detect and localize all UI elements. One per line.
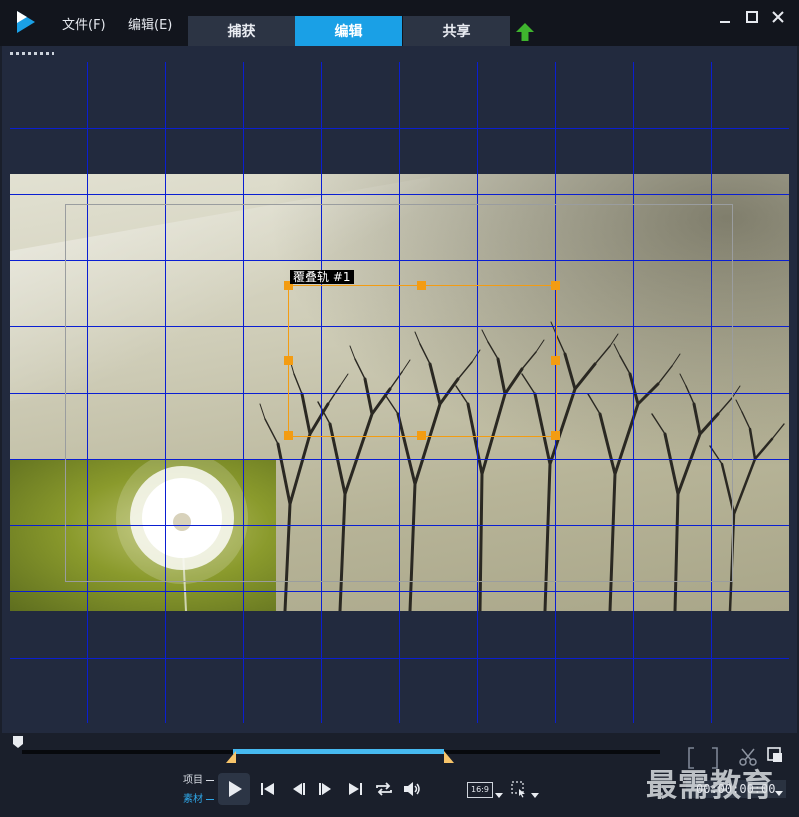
- previous-frame-icon[interactable]: [289, 779, 309, 799]
- tab-share[interactable]: 共享: [403, 16, 510, 46]
- app-logo-icon: [17, 11, 35, 33]
- resize-handle-bottom[interactable]: [417, 431, 426, 440]
- go-to-start-icon[interactable]: [258, 779, 278, 799]
- menu-file[interactable]: 文件(F): [62, 14, 106, 33]
- timecode-stepper-icon[interactable]: [774, 788, 784, 798]
- watermark: 最需教育: [646, 768, 774, 804]
- mode-clip-label: 素材: [183, 794, 203, 805]
- play-icon: [229, 781, 242, 797]
- resize-handle-bottom-left[interactable]: [284, 431, 293, 440]
- mode-project[interactable]: 项目: [183, 771, 214, 786]
- overlay-track-label: 覆叠轨 #1: [290, 270, 354, 284]
- mode-clip[interactable]: 素材: [183, 790, 214, 805]
- resize-handle-right[interactable]: [551, 356, 560, 365]
- mode-project-label: 项目: [183, 775, 203, 786]
- resize-handle-top-right[interactable]: [551, 281, 560, 290]
- resize-handle-top[interactable]: [417, 281, 426, 290]
- aspect-ratio-button[interactable]: 16:9: [467, 782, 493, 798]
- go-to-end-icon[interactable]: [345, 779, 365, 799]
- preview-window[interactable]: 覆叠轨 #1: [2, 46, 797, 733]
- play-button[interactable]: [218, 773, 250, 805]
- tab-edit[interactable]: 编辑: [295, 16, 402, 46]
- display-mode-dropdown-icon[interactable]: [530, 790, 540, 800]
- upload-icon[interactable]: [515, 22, 535, 42]
- resize-handle-bottom-right[interactable]: [551, 431, 560, 440]
- close-icon[interactable]: [769, 8, 787, 26]
- resize-handle-left[interactable]: [284, 356, 293, 365]
- display-mode-icon[interactable]: [510, 780, 530, 800]
- aspect-ratio-dropdown-icon[interactable]: [494, 790, 504, 800]
- trim-in-marker-icon[interactable]: [226, 751, 236, 763]
- menu-edit[interactable]: 编辑(E): [128, 14, 172, 33]
- minimize-icon[interactable]: [716, 8, 734, 26]
- tab-capture[interactable]: 捕获: [188, 16, 295, 46]
- trim-out-marker-icon[interactable]: [444, 751, 454, 763]
- trim-range[interactable]: [233, 749, 444, 754]
- next-frame-icon[interactable]: [315, 779, 335, 799]
- maximize-icon[interactable]: [743, 8, 761, 26]
- title-bar: 文件(F) 编辑(E) 捕获 编辑 共享: [0, 0, 799, 46]
- repeat-icon[interactable]: [374, 779, 394, 799]
- overlay-selection-box[interactable]: [288, 285, 557, 437]
- volume-icon[interactable]: [402, 779, 422, 799]
- scrubber-thumb-icon[interactable]: [12, 735, 24, 749]
